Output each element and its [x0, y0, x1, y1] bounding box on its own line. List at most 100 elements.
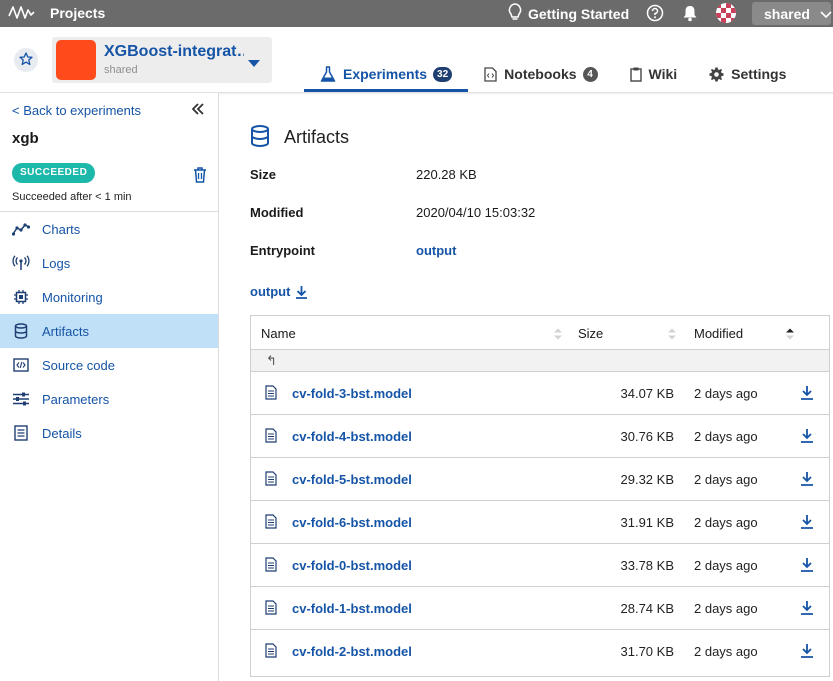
collapse-sidebar-icon[interactable] — [191, 103, 205, 118]
nav-label: Artifacts — [42, 323, 89, 339]
file-modified: 2 days ago — [694, 429, 758, 444]
account-label: shared — [764, 5, 810, 22]
nav-item-logs[interactable]: Logs — [0, 246, 218, 280]
entrypoint-label: Entrypoint — [250, 243, 315, 258]
star-icon — [19, 51, 33, 69]
clipboard-icon — [629, 67, 642, 82]
table-row[interactable]: cv-fold-5-bst.model 29.32 KB 2 days ago — [251, 458, 829, 501]
column-header-size[interactable]: Size — [578, 326, 603, 341]
output-download-link[interactable]: output — [250, 284, 308, 299]
project-header: XGBoost-integrat… shared Experiments 32 … — [0, 27, 833, 93]
tab-wiki[interactable]: Wiki — [614, 55, 694, 93]
project-avatar — [56, 40, 96, 80]
nav-item-parameters[interactable]: Parameters — [0, 382, 218, 416]
download-icon[interactable] — [800, 428, 814, 446]
account-menu[interactable]: shared — [752, 2, 832, 25]
tab-experiments[interactable]: Experiments 32 — [304, 55, 469, 93]
top-bar: Projects Getting Started shared — [0, 0, 833, 27]
favorite-button[interactable] — [14, 48, 38, 72]
file-name-link[interactable]: cv-fold-4-bst.model — [292, 429, 412, 444]
file-modified: 2 days ago — [694, 472, 758, 487]
tab-settings[interactable]: Settings — [693, 55, 802, 93]
cpu-icon — [12, 288, 30, 306]
broadcast-icon — [12, 254, 30, 272]
sort-icon[interactable] — [553, 327, 563, 344]
table-row[interactable]: cv-fold-1-bst.model 28.74 KB 2 days ago — [251, 587, 829, 630]
nav-item-details[interactable]: Details — [0, 416, 218, 450]
file-name-link[interactable]: cv-fold-6-bst.model — [292, 515, 412, 530]
size-value: 220.28 KB — [416, 167, 477, 182]
table-row[interactable]: cv-fold-6-bst.model 31.91 KB 2 days ago — [251, 501, 829, 544]
tab-label: Settings — [731, 66, 787, 82]
back-to-experiments-link[interactable]: < Back to experiments — [12, 103, 141, 118]
column-header-name[interactable]: Name — [261, 326, 296, 341]
entrypoint-link[interactable]: output — [416, 243, 456, 258]
bell-icon[interactable] — [681, 4, 699, 25]
projects-link[interactable]: Projects — [50, 5, 105, 21]
file-icon — [265, 514, 277, 532]
table-body: cv-fold-3-bst.model 34.07 KB 2 days ago cv-… — [251, 372, 829, 673]
caret-down-icon — [248, 56, 260, 71]
file-modified: 2 days ago — [694, 601, 758, 616]
section-title: Artifacts — [284, 127, 350, 147]
sort-ascending-icon[interactable] — [785, 327, 795, 344]
database-icon — [12, 322, 30, 340]
tab-label: Experiments — [343, 66, 428, 82]
file-name-link[interactable]: cv-fold-1-bst.model — [292, 601, 412, 616]
project-tabs: Experiments 32 Notebooks 4 Wiki Settings — [304, 55, 802, 93]
file-name-link[interactable]: cv-fold-3-bst.model — [292, 386, 412, 401]
file-name-link[interactable]: cv-fold-2-bst.model — [292, 644, 412, 659]
help-icon[interactable] — [646, 4, 664, 25]
app-logo-icon[interactable] — [8, 4, 36, 25]
download-icon[interactable] — [800, 600, 814, 618]
table-row[interactable]: cv-fold-0-bst.model 33.78 KB 2 days ago — [251, 544, 829, 587]
download-icon[interactable] — [800, 471, 814, 489]
file-size: 33.78 KB — [620, 558, 675, 573]
nav-label: Details — [42, 425, 82, 441]
download-icon[interactable] — [800, 514, 814, 532]
experiments-count-badge: 32 — [433, 66, 453, 82]
nav-item-artifacts[interactable]: Artifacts — [0, 314, 218, 348]
file-size: 31.70 KB — [620, 644, 675, 659]
nav-label: Charts — [42, 221, 81, 237]
file-icon — [265, 557, 277, 575]
nav-label: Monitoring — [42, 289, 103, 305]
parent-directory-row[interactable]: ↰ — [251, 350, 829, 372]
getting-started-label: Getting Started — [528, 6, 630, 22]
table-row[interactable]: cv-fold-2-bst.model 31.70 KB 2 days ago — [251, 630, 829, 673]
trash-icon[interactable] — [193, 167, 207, 186]
file-size: 29.32 KB — [620, 472, 675, 487]
getting-started-button[interactable]: Getting Started — [508, 3, 629, 25]
download-icon[interactable] — [800, 643, 814, 661]
project-selector[interactable]: XGBoost-integrat… shared — [52, 37, 272, 83]
sort-icon[interactable] — [667, 327, 677, 344]
nav-item-charts[interactable]: Charts — [0, 212, 218, 246]
nav-item-monitoring[interactable]: Monitoring — [0, 280, 218, 314]
modified-label: Modified — [250, 205, 304, 220]
file-name-link[interactable]: cv-fold-0-bst.model — [292, 558, 412, 573]
nav-item-source-code[interactable]: Source code — [0, 348, 218, 382]
lightbulb-icon — [508, 3, 522, 25]
section-header: Artifacts — [250, 125, 349, 150]
table-row[interactable]: cv-fold-3-bst.model 34.07 KB 2 days ago — [251, 372, 829, 415]
nav-label: Parameters — [42, 391, 110, 407]
download-icon[interactable] — [800, 385, 814, 403]
file-modified: 2 days ago — [694, 515, 758, 530]
file-icon — [265, 471, 277, 489]
details-icon — [12, 424, 30, 442]
tab-notebooks[interactable]: Notebooks 4 — [468, 55, 613, 93]
modified-value: 2020/04/10 15:03:32 — [416, 205, 536, 220]
level-up-icon: ↰ — [266, 353, 277, 368]
tab-label: Notebooks — [504, 66, 577, 82]
notebooks-count-badge: 4 — [582, 66, 598, 82]
gear-icon — [709, 67, 724, 82]
file-modified: 2 days ago — [694, 644, 758, 659]
table-row[interactable]: cv-fold-4-bst.model 30.76 KB 2 days ago — [251, 415, 829, 458]
avatar[interactable] — [716, 3, 736, 23]
file-name-link[interactable]: cv-fold-5-bst.model — [292, 472, 412, 487]
artifacts-table: Name Size Modified ↰ cv-fold-3-bst.model… — [250, 315, 830, 677]
project-owner: shared — [104, 64, 138, 76]
download-icon[interactable] — [800, 557, 814, 575]
file-icon — [265, 385, 277, 403]
column-header-modified[interactable]: Modified — [694, 326, 743, 341]
